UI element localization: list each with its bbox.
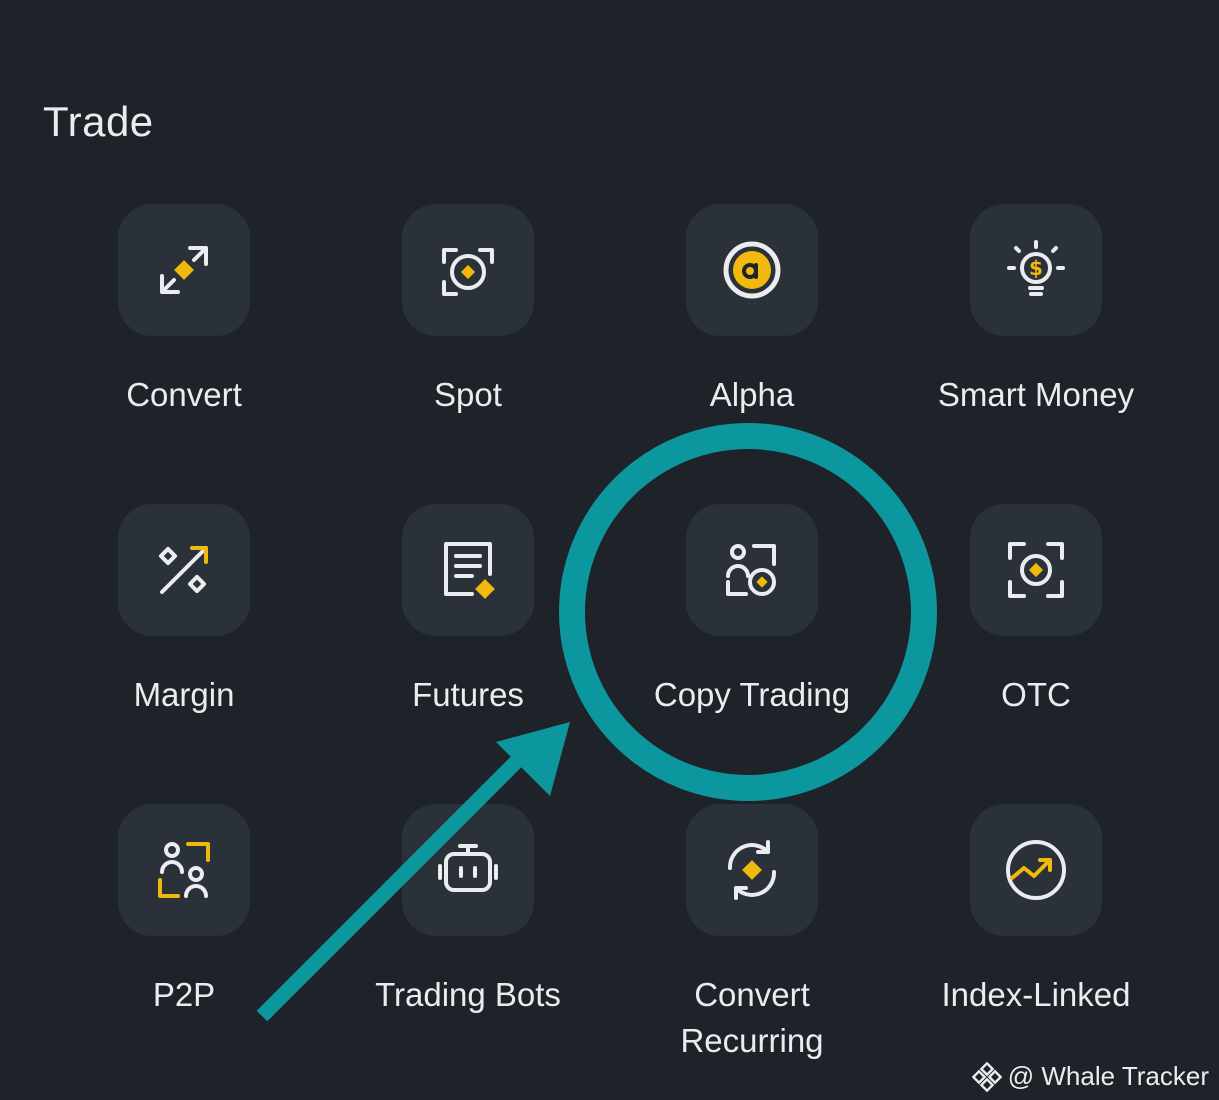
tile-label: Smart Money [937, 376, 1135, 413]
tile-alpha[interactable]: Alpha [622, 204, 882, 418]
tile-label: Alpha [709, 376, 795, 413]
tile-futures[interactable]: Futures [338, 504, 598, 718]
smart-money-icon: $ [970, 204, 1102, 336]
margin-icon [118, 504, 250, 636]
tile-margin[interactable]: Margin [54, 504, 314, 718]
binance-logo-icon [971, 1061, 1002, 1092]
tile-p2p[interactable]: P2P [54, 804, 314, 1018]
tile-label: Spot [434, 376, 502, 413]
convert-recurring-icon [686, 804, 818, 936]
tile-smart-money[interactable]: $ Smart Money [906, 204, 1166, 418]
tile-label: Convert Recurring [680, 976, 824, 1059]
index-linked-icon [970, 804, 1102, 936]
watermark: @ Whale Tracker [971, 1061, 1209, 1092]
tile-label: OTC [1001, 676, 1071, 713]
watermark-text: @ Whale Tracker [1007, 1061, 1209, 1091]
tile-otc[interactable]: OTC [906, 504, 1166, 718]
tile-label: Futures [412, 676, 524, 713]
svg-text:$: $ [1029, 256, 1043, 280]
tile-label: Copy Trading [653, 676, 851, 713]
p2p-icon [118, 804, 250, 936]
tile-label: Convert [126, 376, 242, 413]
tile-convert-recurring[interactable]: Convert Recurring [622, 804, 882, 1064]
futures-icon [402, 504, 534, 636]
tile-spot[interactable]: Spot [338, 204, 598, 418]
tile-convert[interactable]: Convert [54, 204, 314, 418]
copy-trading-icon [686, 504, 818, 636]
trade-grid: Convert Spot Alpha $ Smart Money Margin … [0, 0, 1219, 1100]
tile-copy-trading[interactable]: Copy Trading [622, 504, 882, 718]
spot-icon [402, 204, 534, 336]
tile-index-linked[interactable]: Index-Linked [906, 804, 1166, 1018]
trading-bots-icon [402, 804, 534, 936]
tile-label: Margin [133, 676, 235, 713]
tile-label: Trading Bots [375, 976, 561, 1013]
tile-label: P2P [152, 976, 216, 1013]
convert-icon [118, 204, 250, 336]
tile-label: Index-Linked [941, 976, 1131, 1013]
otc-icon [970, 504, 1102, 636]
tile-trading-bots[interactable]: Trading Bots [338, 804, 598, 1018]
alpha-icon [686, 204, 818, 336]
